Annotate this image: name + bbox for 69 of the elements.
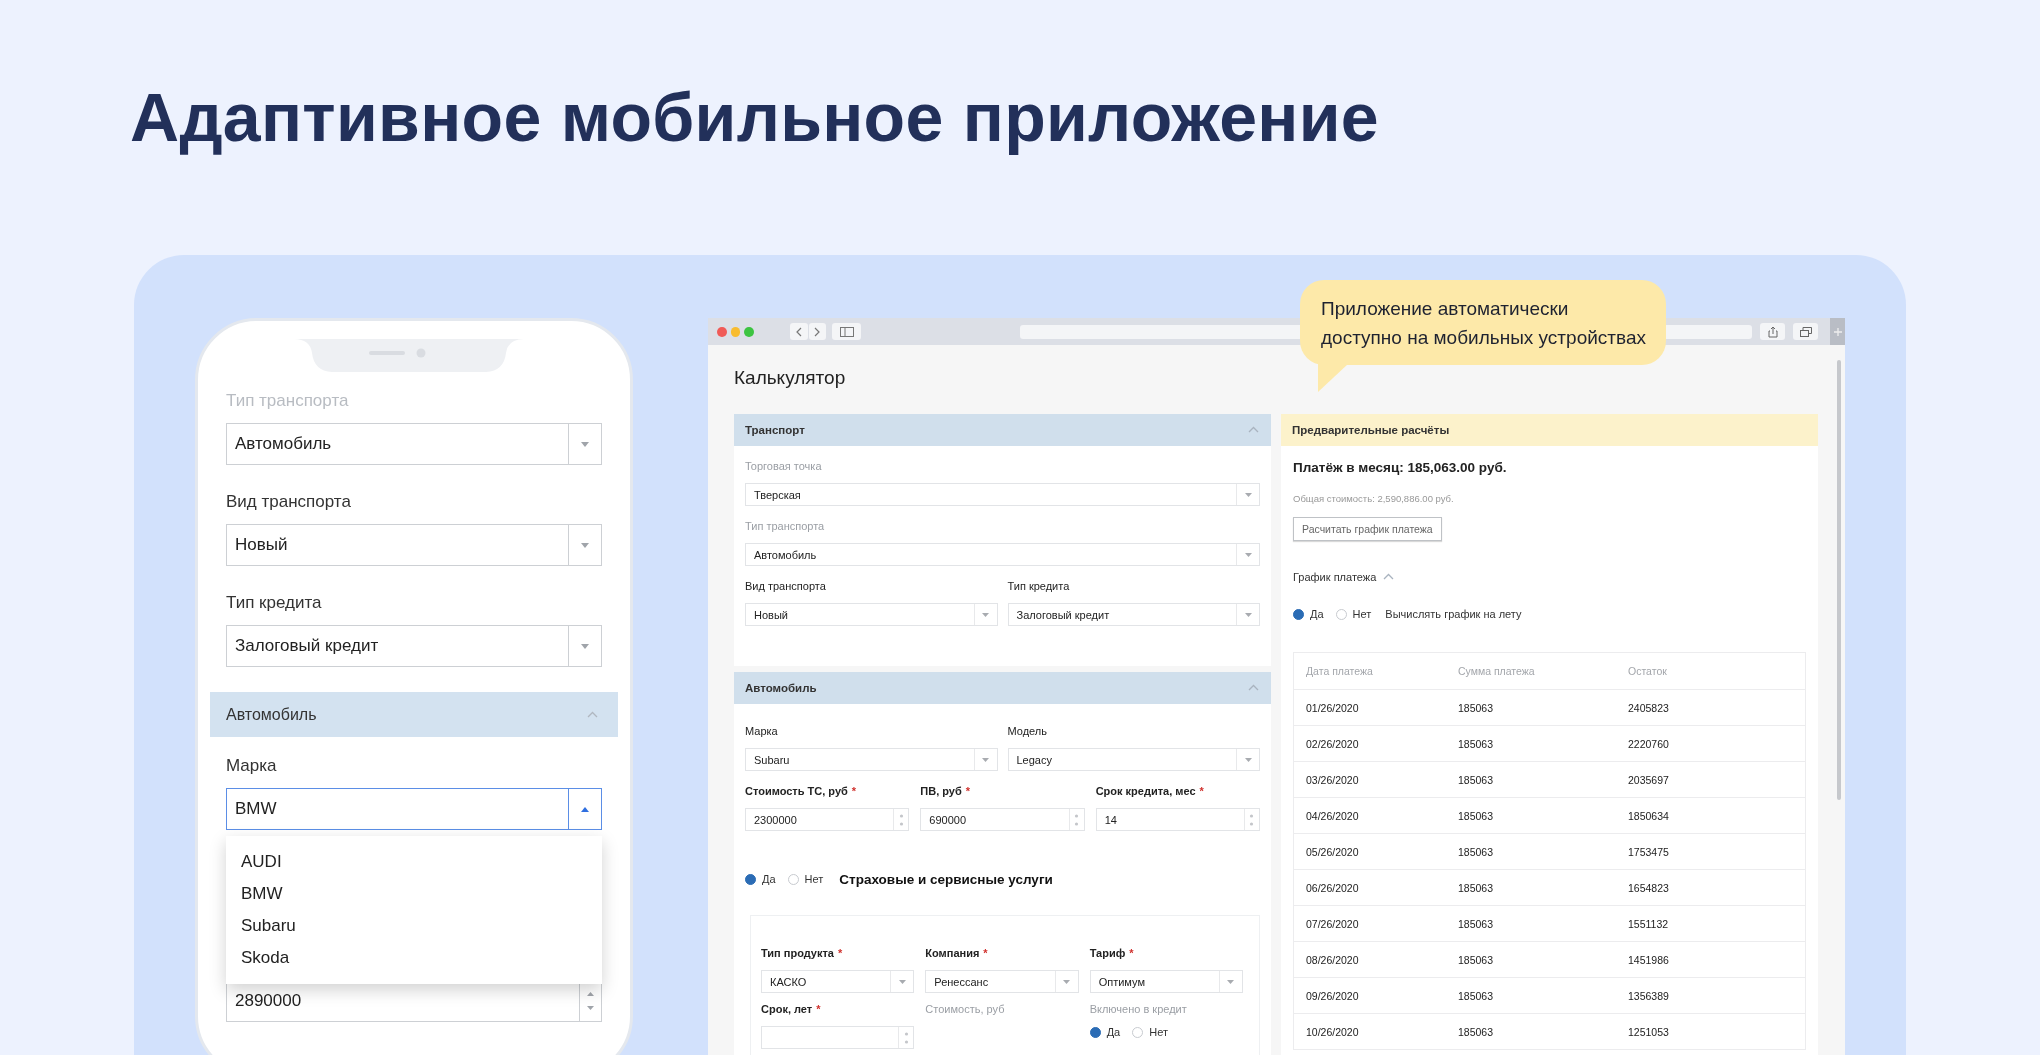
table-cell-text: 1551132 bbox=[1628, 917, 1670, 930]
field-label: Тип кредита bbox=[226, 592, 323, 614]
field-label: Стоимость, руб bbox=[925, 1002, 1006, 1016]
table-cell-text: 2405823 bbox=[1628, 701, 1670, 714]
table-cell-text: 08/26/2020 bbox=[1305, 953, 1360, 966]
field-label: Тип кредита bbox=[1007, 579, 1071, 593]
table-cell-text: 2220760 bbox=[1628, 737, 1670, 750]
total-cost: Общая стоимость: 2,590,886.00 руб. bbox=[1293, 493, 1455, 505]
page-heading: Калькулятор bbox=[734, 366, 846, 390]
section-title: Автомобиль bbox=[745, 682, 817, 694]
table-cell-text: 03/26/2020 bbox=[1305, 773, 1360, 786]
table-cell-text: 04/26/2020 bbox=[1305, 809, 1360, 822]
field-label: Тариф * bbox=[1089, 946, 1135, 960]
monthly-payment: Платёж в месяц: 185,063.00 руб. bbox=[1293, 459, 1508, 477]
field-label: Компания * bbox=[925, 946, 989, 960]
field-label: Вид транспорта bbox=[226, 491, 352, 513]
field-label: Срок, лет * bbox=[761, 1002, 822, 1016]
field-label: Включено в кредит bbox=[1089, 1002, 1188, 1016]
table-cell-text: 185063 bbox=[1458, 773, 1495, 786]
field-label: Стоимость ТС, руб * bbox=[745, 784, 858, 798]
page-title: Адаптивное мобильное приложение bbox=[130, 80, 1379, 158]
table-cell-text: 185063 bbox=[1458, 845, 1495, 858]
table-cell-text: 185063 bbox=[1458, 917, 1495, 930]
radio-label: Да bbox=[1310, 608, 1324, 620]
table-cell-text: 1850634 bbox=[1628, 809, 1670, 822]
radio-label: Да bbox=[1106, 1026, 1121, 1038]
table-cell-text: 1356389 bbox=[1628, 989, 1670, 1002]
section-title: Страховые и сервисные услуги bbox=[839, 871, 1053, 887]
section-title: Предварительные расчёты bbox=[1292, 424, 1450, 436]
radio-caption: Вычислять график на лету bbox=[1385, 608, 1522, 620]
table-cell-text: 185063 bbox=[1458, 701, 1495, 714]
field-label: Тип продукта * bbox=[761, 946, 844, 960]
field-label: Тип транспорта bbox=[226, 390, 350, 412]
table-cell-text: 07/26/2020 bbox=[1305, 917, 1360, 930]
table-cell-text: 09/26/2020 bbox=[1305, 989, 1360, 1002]
field-label: Вид транспорта bbox=[745, 579, 827, 593]
column-header: Дата платежа bbox=[1305, 665, 1374, 677]
table-cell-text: 02/26/2020 bbox=[1305, 737, 1360, 750]
table-cell-text: 1654823 bbox=[1628, 881, 1670, 894]
table-cell-text: 185063 bbox=[1458, 737, 1495, 750]
table-cell-text: 01/26/2020 bbox=[1305, 701, 1360, 714]
column-header: Сумма платежа bbox=[1458, 665, 1536, 677]
field-label: Модель bbox=[1007, 724, 1048, 738]
radio-label: Нет bbox=[1352, 608, 1372, 620]
table-cell-text: 1753475 bbox=[1628, 845, 1670, 858]
callout-text: Приложение автоматически доступно на мобильных устройствах bbox=[1321, 297, 1646, 350]
radio-label: Да bbox=[762, 873, 776, 885]
section-title: Транспорт bbox=[745, 424, 805, 436]
table-cell-text: 185063 bbox=[1458, 809, 1495, 822]
radio-label: Нет bbox=[804, 873, 824, 885]
field-label: Тип транспорта bbox=[745, 519, 826, 533]
table-cell-text: 185063 bbox=[1458, 881, 1495, 894]
table-cell-text: 10/26/2020 bbox=[1305, 1025, 1360, 1038]
field-label: Срок кредита, мес * bbox=[1095, 784, 1205, 798]
column-header: Остаток bbox=[1628, 665, 1668, 677]
table-cell-text: 06/26/2020 bbox=[1305, 881, 1360, 894]
table-cell-text: 05/26/2020 bbox=[1305, 845, 1360, 858]
table-cell-text: 185063 bbox=[1458, 953, 1495, 966]
field-label: Марка bbox=[745, 724, 779, 738]
field-label: Марка bbox=[226, 755, 278, 777]
radio-label: Нет bbox=[1149, 1026, 1168, 1038]
table-cell-text: 185063 bbox=[1458, 989, 1495, 1002]
table-cell-text: 1251053 bbox=[1628, 1025, 1670, 1038]
field-label: ПВ, руб * bbox=[920, 784, 972, 798]
section-title: Автомобиль bbox=[226, 705, 317, 724]
field-label: Торговая точка bbox=[745, 459, 823, 473]
table-cell-text: 1451986 bbox=[1628, 953, 1670, 966]
table-cell-text: 2035697 bbox=[1628, 773, 1670, 786]
table-cell-text: 185063 bbox=[1458, 1025, 1495, 1038]
